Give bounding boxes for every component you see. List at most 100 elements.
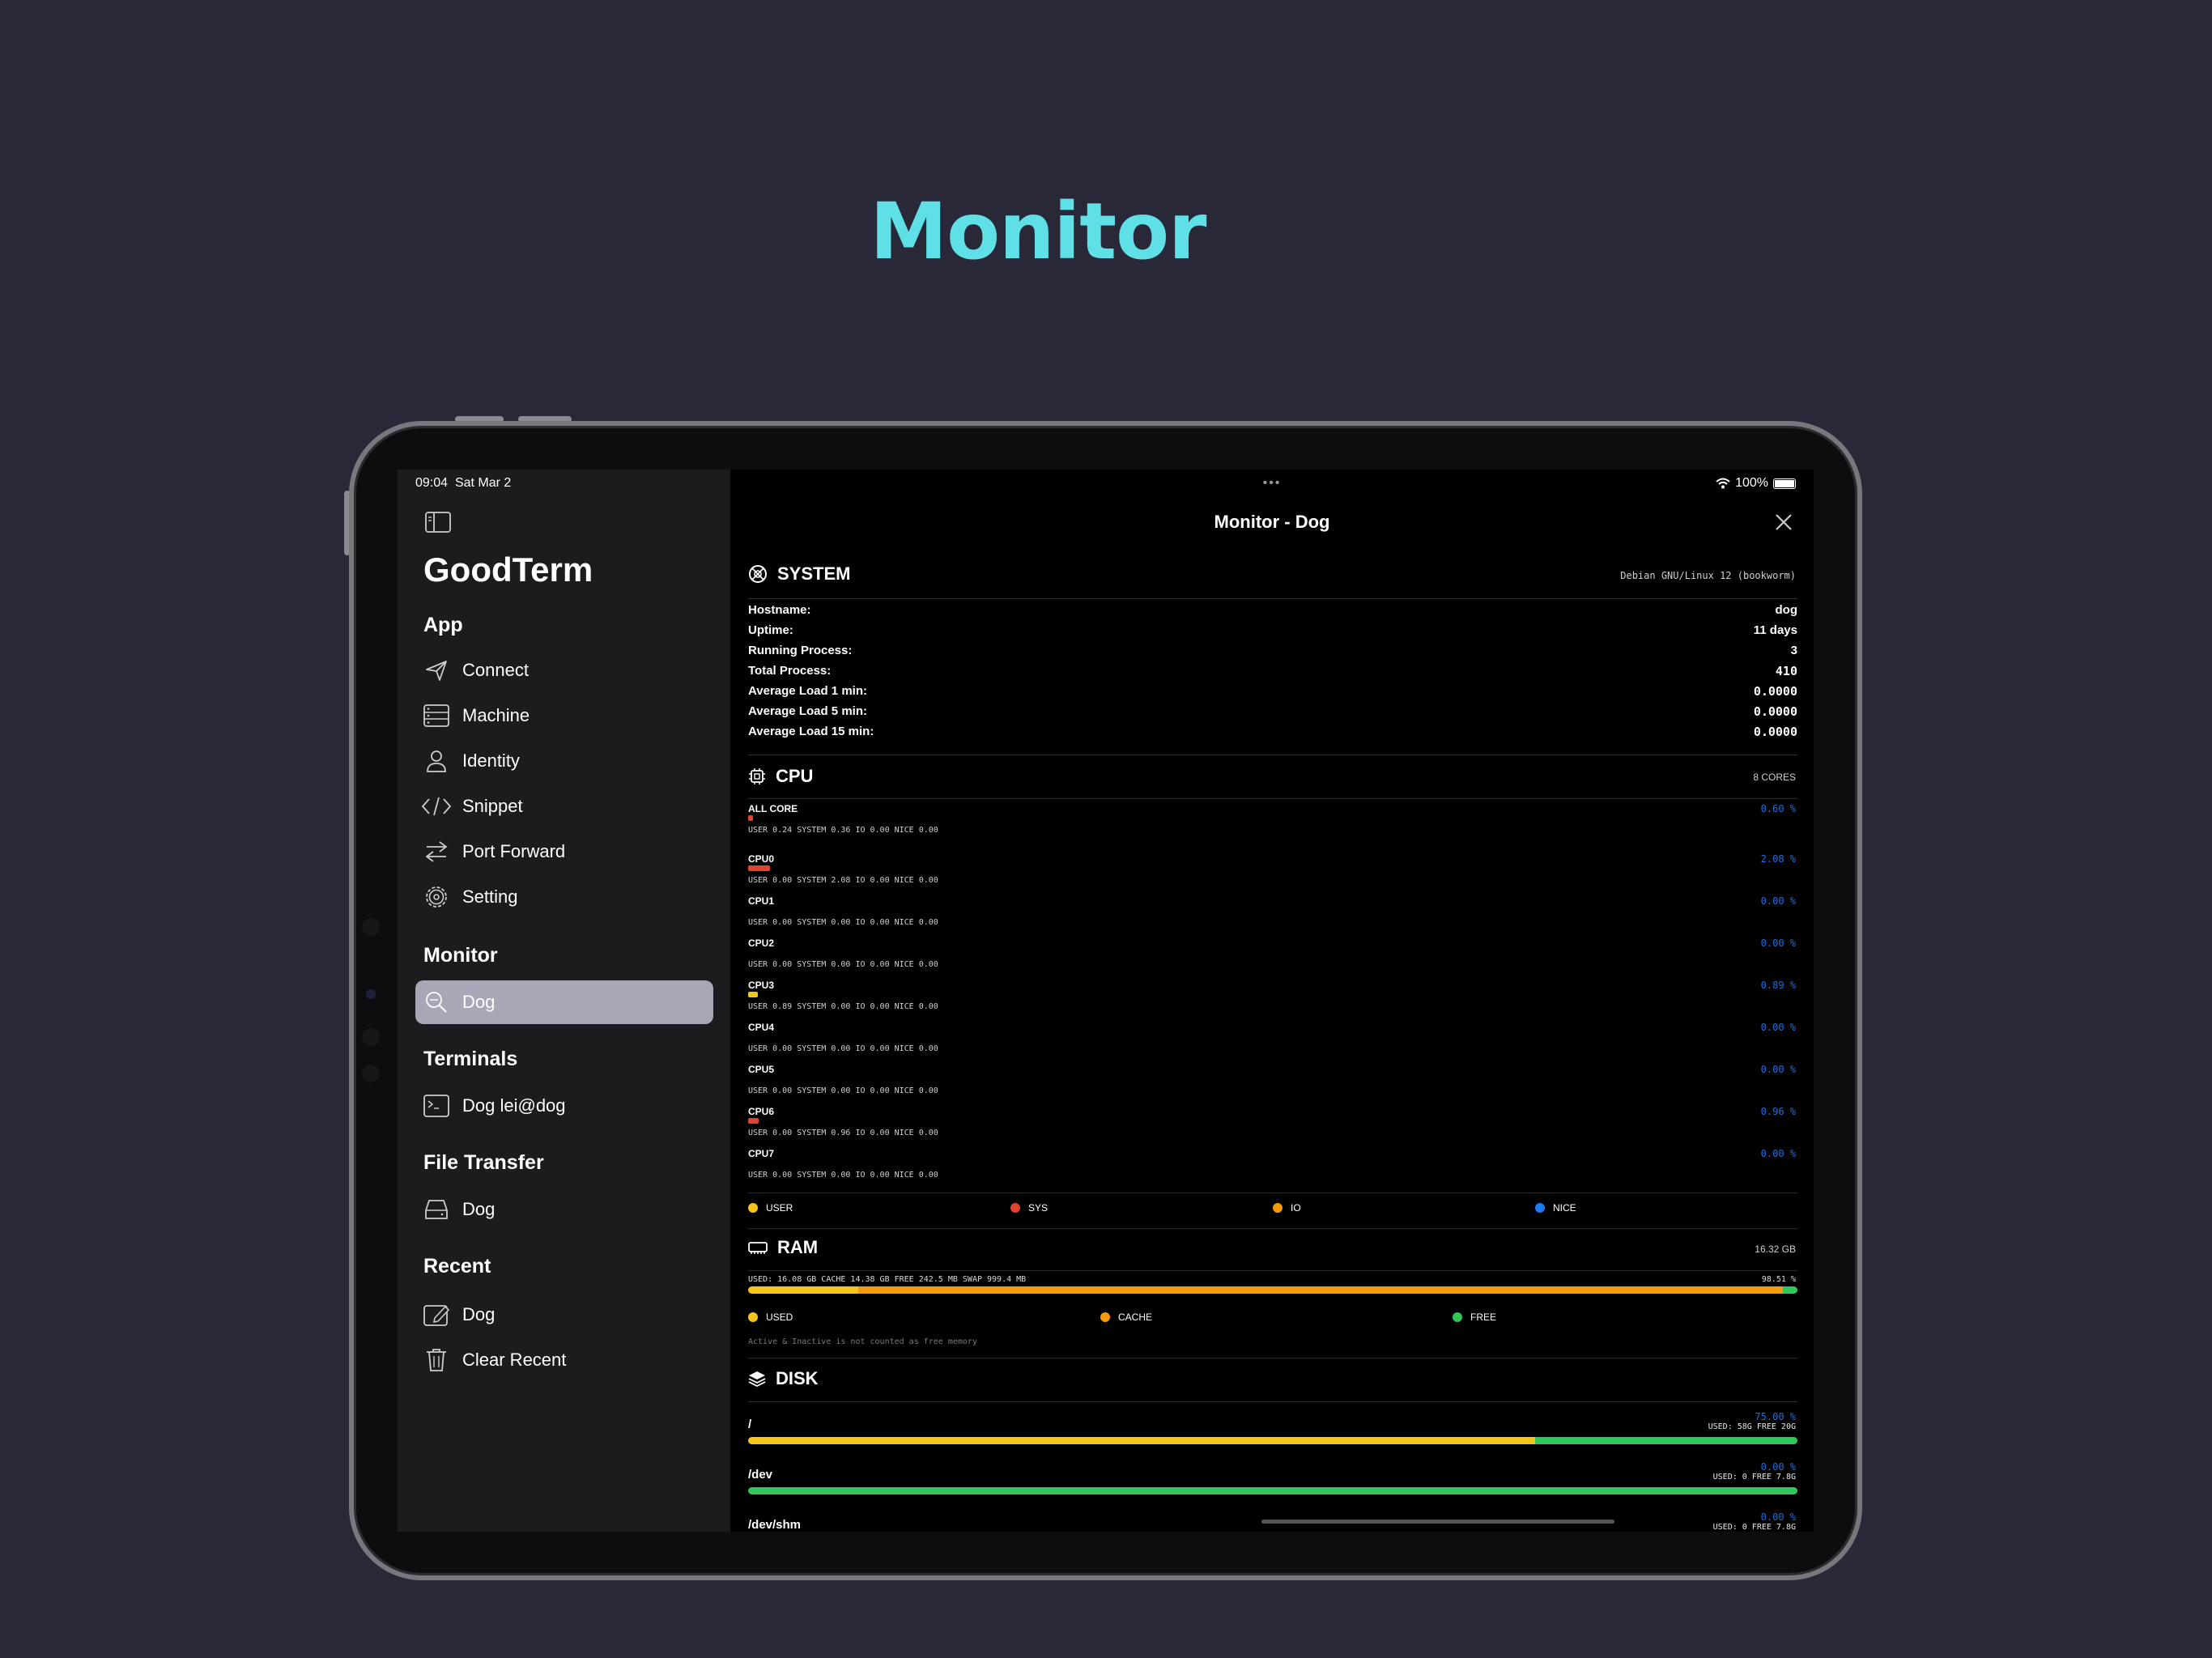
section-monitor: Monitor bbox=[423, 944, 498, 967]
os-name: Debian GNU/Linux 12 (bookworm) bbox=[1620, 570, 1796, 581]
system-row: Total Process: 410 bbox=[748, 664, 1797, 678]
sidebar-toggle-icon[interactable] bbox=[425, 512, 451, 537]
cpu-core-name: CPU2 bbox=[748, 937, 775, 949]
monitor-panel: ••• 100% Monitor - Dog SYSTEM Debian GNU… bbox=[730, 470, 1814, 1532]
person-icon bbox=[420, 745, 453, 777]
disk-title: DISK bbox=[776, 1368, 819, 1388]
status-date: Sat Mar 2 bbox=[454, 476, 512, 490]
code-icon bbox=[420, 790, 453, 823]
legend-dot bbox=[1535, 1203, 1545, 1213]
cpu-usage-bar bbox=[748, 815, 753, 821]
legend-dot bbox=[1010, 1203, 1020, 1213]
cpu-core-percent: 0.00 % bbox=[1760, 895, 1796, 907]
divider bbox=[748, 1192, 1797, 1193]
cpu-cores: 8 CORES bbox=[1753, 772, 1796, 783]
system-key: Uptime: bbox=[748, 623, 793, 637]
system-value: 0.0000 bbox=[1753, 704, 1797, 719]
battery-icon bbox=[1773, 478, 1796, 489]
disk-section-title: DISK bbox=[748, 1368, 819, 1389]
arrows-left-right-icon bbox=[420, 835, 453, 868]
legend-dot bbox=[748, 1312, 758, 1322]
ram-bar-used bbox=[748, 1286, 859, 1294]
close-icon[interactable] bbox=[1772, 510, 1796, 534]
sidebar-item-recent-dog[interactable]: Dog bbox=[415, 1293, 713, 1337]
sidebar-item-monitor-dog[interactable]: Dog bbox=[415, 980, 713, 1024]
system-row: Average Load 5 min: 0.0000 bbox=[748, 704, 1797, 719]
disk-usage-info: USED: 0 FREE 7.8G bbox=[1712, 1473, 1796, 1482]
divider bbox=[748, 798, 1797, 799]
disk-usage-info: USED: 58G FREE 20G bbox=[1708, 1422, 1796, 1431]
clear-recent-button[interactable]: Clear Recent bbox=[415, 1338, 713, 1382]
system-value: 0.0000 bbox=[1753, 684, 1797, 699]
sidebar-item-label: Dog bbox=[462, 992, 496, 1012]
system-section-title: SYSTEM bbox=[748, 563, 850, 585]
system-row: Average Load 1 min: 0.0000 bbox=[748, 684, 1797, 699]
section-terminals: Terminals bbox=[423, 1048, 518, 1070]
hard-drive-icon bbox=[420, 1193, 453, 1226]
sidebar-item-connect[interactable]: Connect bbox=[415, 648, 713, 692]
paper-plane-icon bbox=[420, 654, 453, 687]
wifi-icon bbox=[1716, 478, 1730, 489]
ram-summary: USED: 16.08 GB CACHE 14.38 GB FREE 242.5… bbox=[748, 1275, 1027, 1284]
sidebar-item-terminal-dog[interactable]: Dog lei@dog bbox=[415, 1084, 713, 1128]
legend-item: NICE bbox=[1535, 1202, 1576, 1214]
legend-label: NICE bbox=[1553, 1202, 1576, 1214]
system-key: Average Load 5 min: bbox=[748, 704, 867, 718]
legend-dot bbox=[1453, 1312, 1462, 1322]
legend-dot bbox=[1273, 1203, 1283, 1213]
multitasking-dots[interactable]: ••• bbox=[730, 476, 1814, 491]
cpu-core-name: CPU4 bbox=[748, 1022, 775, 1033]
camera-dot bbox=[362, 1028, 380, 1046]
status-right: 100% bbox=[1716, 476, 1796, 491]
divider bbox=[748, 1401, 1797, 1402]
sidebar-item-label: Identity bbox=[462, 750, 520, 771]
disk-bar-free bbox=[1535, 1437, 1797, 1444]
legend-item: FREE bbox=[1453, 1312, 1496, 1323]
cpu-core-detail: USER 0.00 SYSTEM 0.00 IO 0.00 NICE 0.00 bbox=[748, 1044, 938, 1053]
ram-legend: USED CACHE FREE bbox=[748, 1312, 1797, 1328]
sidebar-item-label: Setting bbox=[462, 886, 518, 907]
cpu-core-percent: 0.00 % bbox=[1760, 937, 1796, 949]
cpu-legend: USER SYS IO NICE bbox=[748, 1202, 1797, 1218]
system-key: Running Process: bbox=[748, 644, 853, 657]
server-icon bbox=[420, 699, 453, 732]
cpu-core-name: CPU6 bbox=[748, 1106, 775, 1117]
legend-dot bbox=[748, 1203, 758, 1213]
sidebar-item-identity[interactable]: Identity bbox=[415, 739, 713, 783]
disk-percent: 75.00 % bbox=[1755, 1411, 1796, 1422]
home-indicator[interactable] bbox=[1261, 1520, 1614, 1524]
sidebar-item-label: Snippet bbox=[462, 796, 523, 816]
disk-percent: 0.00 % bbox=[1760, 1511, 1796, 1523]
sidebar-item-setting[interactable]: Setting bbox=[415, 875, 713, 919]
sidebar-item-label: Dog lei@dog bbox=[462, 1095, 566, 1116]
sidebar-item-port-forward[interactable]: Port Forward bbox=[415, 830, 713, 874]
section-file-transfer: File Transfer bbox=[423, 1151, 544, 1174]
sidebar-item-label: Dog bbox=[462, 1304, 496, 1324]
cpu-core-percent: 2.08 % bbox=[1760, 853, 1796, 865]
gear-icon bbox=[420, 881, 453, 913]
legend-item: IO bbox=[1273, 1202, 1301, 1214]
legend-item: SYS bbox=[1010, 1202, 1048, 1214]
legend-label: CACHE bbox=[1118, 1312, 1153, 1323]
legend-label: FREE bbox=[1470, 1312, 1497, 1323]
sidebar: 09:04 Sat Mar 2 GoodTerm App Connect Mac… bbox=[398, 470, 730, 1532]
sidebar-item-machine[interactable]: Machine bbox=[415, 694, 713, 738]
system-row: Uptime: 11 days bbox=[748, 623, 1797, 637]
cpu-title: CPU bbox=[776, 766, 814, 786]
sidebar-item-file-dog[interactable]: Dog bbox=[415, 1188, 713, 1231]
legend-label: IO bbox=[1291, 1202, 1301, 1214]
system-key: Total Process: bbox=[748, 664, 832, 678]
system-key: Average Load 15 min: bbox=[748, 725, 874, 738]
disk-bar-free bbox=[748, 1487, 1797, 1494]
hero-title: Monitor bbox=[870, 186, 1207, 277]
sidebar-item-snippet[interactable]: Snippet bbox=[415, 784, 713, 828]
disk-bar bbox=[748, 1437, 1797, 1444]
disk-percent: 0.00 % bbox=[1760, 1461, 1796, 1473]
sidebar-item-label: Dog bbox=[462, 1199, 496, 1219]
cpu-core-percent: 0.00 % bbox=[1760, 1148, 1796, 1159]
cpu-core-percent: 0.60 % bbox=[1760, 803, 1796, 814]
cpu-usage-bar bbox=[748, 992, 758, 997]
disk-bar-used bbox=[748, 1437, 1535, 1444]
legend-item: CACHE bbox=[1100, 1312, 1152, 1323]
status-time: 09:04 Sat Mar 2 bbox=[415, 476, 511, 491]
